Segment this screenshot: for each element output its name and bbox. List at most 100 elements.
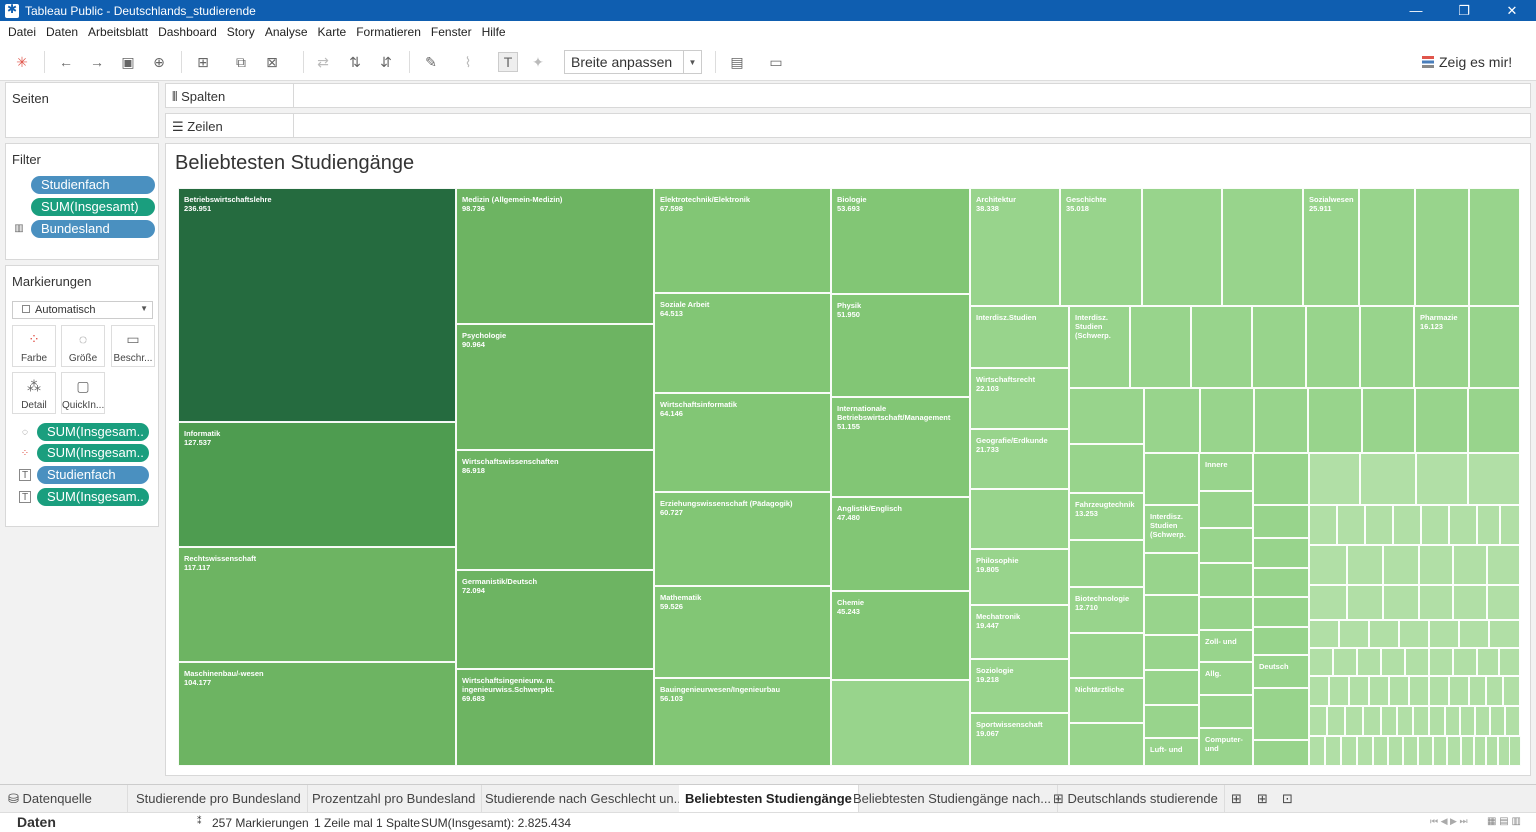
treemap-cell[interactable]	[1130, 306, 1191, 388]
marks-label-card[interactable]: ▭ Beschr...	[111, 325, 155, 367]
treemap-cell[interactable]: Elektrotechnik/Elektronik 67.598	[654, 188, 831, 293]
treemap-cell[interactable]	[1409, 676, 1429, 706]
menu-hilfe[interactable]: Hilfe	[478, 25, 512, 39]
treemap-cell[interactable]: Maschinenbau/-wesen 104.177	[178, 662, 456, 766]
treemap-cell[interactable]	[1373, 736, 1388, 766]
highlight-icon[interactable]: ✎	[421, 52, 441, 72]
treemap-cell[interactable]	[1200, 388, 1254, 453]
treemap-cell[interactable]	[1487, 545, 1520, 585]
treemap-cell[interactable]	[1418, 736, 1433, 766]
treemap-cell[interactable]	[1429, 706, 1445, 736]
treemap-cell[interactable]	[1449, 676, 1469, 706]
treemap-cell[interactable]	[970, 489, 1069, 549]
show-me-button[interactable]: Zeig es mir!	[1422, 54, 1512, 70]
menu-analyse[interactable]: Analyse	[261, 25, 314, 39]
treemap-cell[interactable]	[1474, 736, 1486, 766]
treemap-cell[interactable]	[1199, 491, 1253, 528]
columns-shelf[interactable]: ⫴ Spalten	[165, 83, 1531, 108]
treemap-cell[interactable]	[1383, 545, 1419, 585]
treemap-cell[interactable]	[1509, 736, 1521, 766]
sort-ascending-icon[interactable]: ⇅	[345, 52, 365, 72]
treemap-cell[interactable]	[1421, 505, 1449, 545]
treemap-cell[interactable]	[1144, 595, 1199, 635]
marks-pill-label-studienfach[interactable]: Studienfach	[37, 466, 149, 484]
treemap-cell[interactable]	[1252, 306, 1306, 388]
treemap-cell[interactable]	[1499, 648, 1520, 676]
treemap-cell[interactable]	[1327, 706, 1345, 736]
treemap-cell[interactable]: Soziologie 19.218	[970, 659, 1069, 713]
treemap-cell[interactable]	[1399, 620, 1429, 648]
treemap-cell[interactable]	[1345, 706, 1363, 736]
treemap-cell[interactable]	[1144, 388, 1200, 453]
treemap-cell[interactable]	[1191, 306, 1252, 388]
treemap-cell[interactable]	[1486, 676, 1503, 706]
pin-axes-icon[interactable]: ✦	[528, 52, 548, 72]
new-worksheet-tab-icon[interactable]: ⊞	[1225, 785, 1248, 812]
treemap-cell[interactable]	[1360, 453, 1416, 505]
treemap-cell[interactable]	[1144, 453, 1199, 505]
clear-sheet-icon[interactable]: ⊠	[262, 52, 282, 72]
treemap-cell[interactable]	[1429, 620, 1459, 648]
treemap-cell[interactable]	[1403, 736, 1418, 766]
treemap-cell[interactable]: Biotechnologie 12.710	[1069, 587, 1144, 633]
treemap-cell[interactable]	[1490, 706, 1505, 736]
treemap-cell[interactable]	[1468, 388, 1520, 453]
new-datasource-icon[interactable]: ⊕	[149, 52, 169, 72]
treemap-cell[interactable]	[1429, 648, 1453, 676]
fit-select[interactable]: Breite anpassen ▼	[564, 50, 702, 74]
treemap-cell[interactable]	[1415, 188, 1469, 306]
treemap-cell[interactable]: Chemie 45.243	[831, 591, 970, 680]
treemap-cell[interactable]: Nichtärztliche	[1069, 678, 1144, 723]
treemap-cell[interactable]	[1362, 388, 1415, 453]
treemap-cell[interactable]	[1253, 453, 1309, 505]
new-story-tab-icon[interactable]: ⊡	[1276, 785, 1299, 812]
menu-formatieren[interactable]: Formatieren	[352, 25, 427, 39]
filter-panel[interactable]: Filter Studienfach SUM(Insgesamt) ▥ Bund…	[5, 143, 159, 260]
treemap-cell[interactable]: Mechatronik 19.447	[970, 605, 1069, 659]
treemap-cell[interactable]	[1505, 706, 1520, 736]
new-dashboard-tab-icon[interactable]: ⊞	[1251, 785, 1274, 812]
menu-karte[interactable]: Karte	[314, 25, 353, 39]
treemap-cell[interactable]: Soziale Arbeit 64.513	[654, 293, 831, 393]
sort-descending-icon[interactable]: ⇵	[376, 52, 396, 72]
treemap-cell[interactable]	[1253, 627, 1309, 655]
treemap-cell[interactable]	[1309, 620, 1339, 648]
treemap-cell[interactable]: Fahrzeugtechnik 13.253	[1069, 493, 1144, 540]
save-icon[interactable]: ▣	[118, 52, 138, 72]
menu-story[interactable]: Story	[223, 25, 261, 39]
treemap-cell[interactable]: Sozialwesen 25.911	[1303, 188, 1359, 306]
marks-size-card[interactable]: ◌ Größe	[61, 325, 105, 367]
treemap-cell[interactable]	[1397, 706, 1413, 736]
treemap-cell[interactable]	[1429, 676, 1449, 706]
treemap-cell[interactable]: Medizin (Allgemein-Medizin) 98.736	[456, 188, 654, 324]
treemap-cell[interactable]	[1503, 676, 1520, 706]
mark-type-select[interactable]: Automatisch ▼	[12, 301, 153, 319]
treemap-cell[interactable]: Wirtschaftsrecht 22.103	[970, 368, 1069, 429]
filter-pill-bundesland[interactable]: Bundesland	[31, 220, 155, 238]
treemap-cell[interactable]	[1199, 597, 1253, 630]
treemap-cell[interactable]	[1365, 505, 1393, 545]
treemap-cell[interactable]	[1144, 553, 1199, 595]
treemap-cell[interactable]: Physik 51.950	[831, 294, 970, 397]
treemap-cell[interactable]	[1500, 505, 1520, 545]
marks-pill-label-sum[interactable]: SUM(Insgesam..	[37, 488, 149, 506]
treemap-cell[interactable]	[1486, 736, 1498, 766]
worksheet-view[interactable]: Beliebtesten Studiengänge Betriebswirtsc…	[165, 143, 1531, 776]
treemap-cell[interactable]	[1309, 545, 1347, 585]
treemap-cell[interactable]	[1381, 706, 1397, 736]
duplicate-sheet-icon[interactable]: ⧉	[231, 52, 251, 72]
treemap-cell[interactable]	[1487, 585, 1520, 620]
treemap-cell[interactable]	[1453, 585, 1487, 620]
marks-pill-size[interactable]: SUM(Insgesam..	[37, 423, 149, 441]
close-button[interactable]: ✕	[1488, 0, 1536, 21]
treemap-cell[interactable]	[1416, 453, 1468, 505]
treemap-cell[interactable]: Germanistik/Deutsch 72.094	[456, 570, 654, 669]
presentation-mode-icon[interactable]: ▭	[766, 52, 786, 72]
treemap-cell[interactable]	[1459, 620, 1489, 648]
marks-pill-color[interactable]: SUM(Insgesam..	[37, 444, 149, 462]
treemap-cell[interactable]	[1309, 648, 1333, 676]
treemap-cell[interactable]: Computer- und	[1199, 728, 1253, 766]
treemap-cell[interactable]	[1363, 706, 1381, 736]
treemap-cell[interactable]	[1306, 306, 1360, 388]
redo-icon[interactable]: →	[87, 52, 107, 72]
